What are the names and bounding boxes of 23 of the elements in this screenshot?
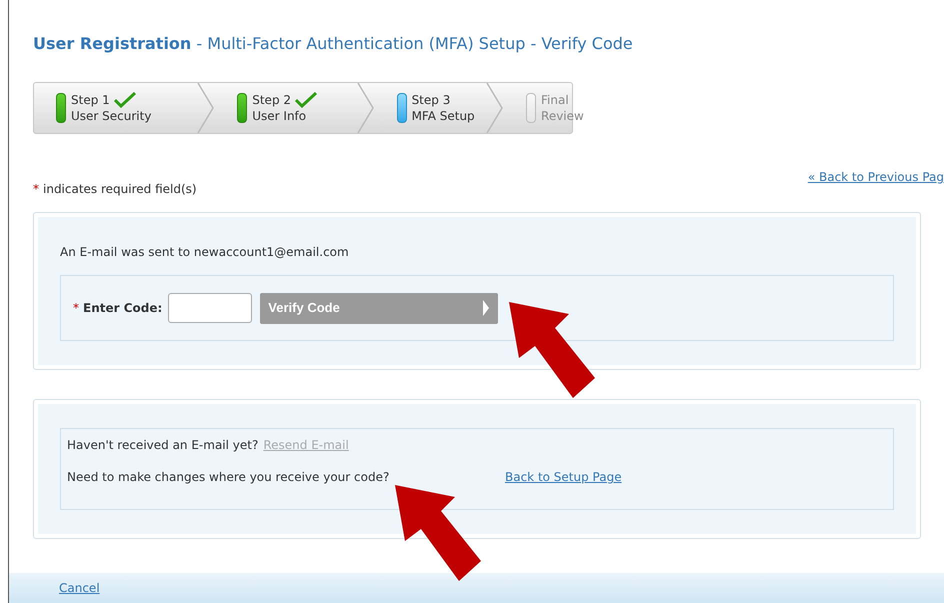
step-name: Review xyxy=(541,108,584,124)
resend-prompt: Haven't received an E-mail yet? xyxy=(67,437,258,454)
back-link[interactable]: « Back to Previous Pag xyxy=(808,168,944,186)
step-label: Step 2 xyxy=(252,92,292,108)
field-label: Enter Code: xyxy=(83,300,162,317)
step-name: User Security xyxy=(71,108,152,124)
step-name: User Info xyxy=(252,108,308,124)
step-label: Step 1 xyxy=(71,92,110,108)
chevron-right-icon xyxy=(482,299,490,317)
required-mark: * xyxy=(33,181,39,198)
step-label: Final xyxy=(541,92,569,108)
required-mark: * xyxy=(73,300,79,317)
step-name: MFA Setup xyxy=(412,108,475,124)
code-input[interactable] xyxy=(168,293,252,323)
email-sent-message: An E-mail was sent to newaccount1@email.com xyxy=(60,244,350,261)
step-label: Step 3 xyxy=(412,92,450,108)
cancel-link[interactable]: Cancel xyxy=(59,579,100,597)
page-title: User Registration - Multi-Factor Authentication (MFA) Setup - Verify Code xyxy=(33,33,634,55)
change-prompt: Need to make changes where you receive your code? xyxy=(67,469,390,486)
back-to-setup-link[interactable]: Back to Setup Page xyxy=(505,468,622,486)
required-note: indicates required field(s) xyxy=(43,181,197,198)
checkmark-icon xyxy=(295,92,318,108)
checkmark-icon xyxy=(114,92,136,108)
